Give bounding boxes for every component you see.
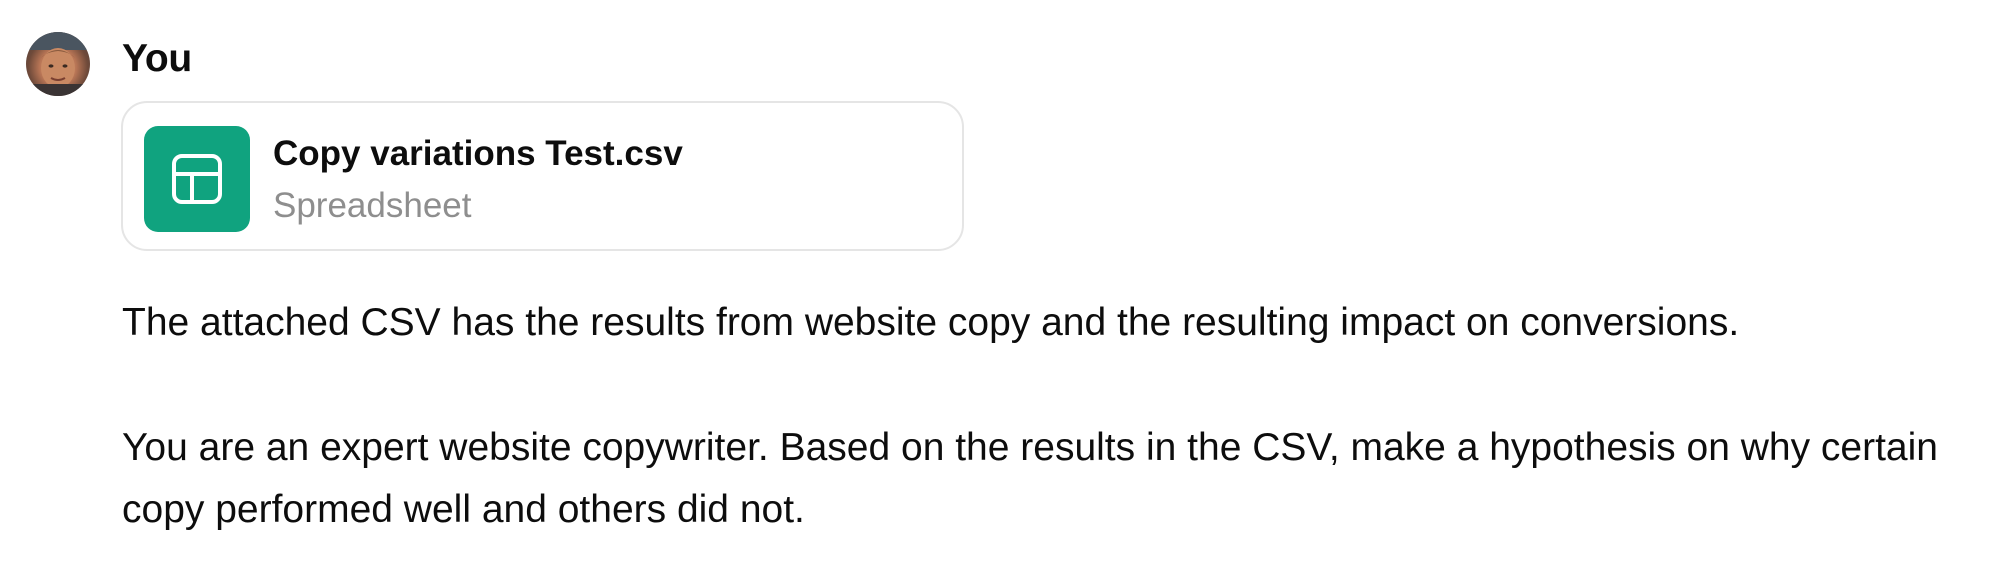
chat-message: You Copy variations Test.csv Spreadsheet… [0, 0, 2000, 563]
spreadsheet-icon [144, 126, 250, 232]
user-photo-icon [26, 32, 90, 96]
message-paragraph: You are an expert website copywriter. Ba… [122, 426, 1938, 531]
message-text: The attached CSV has the results from we… [122, 292, 1982, 541]
message-paragraph: The attached CSV has the results from we… [122, 301, 1740, 344]
message-author: You [122, 37, 192, 80]
attachment-file-name: Copy variations Test.csv [273, 134, 683, 173]
avatar[interactable] [26, 32, 90, 96]
file-attachment-card[interactable]: Copy variations Test.csv Spreadsheet [121, 101, 964, 251]
attachment-file-type: Spreadsheet [273, 186, 472, 225]
